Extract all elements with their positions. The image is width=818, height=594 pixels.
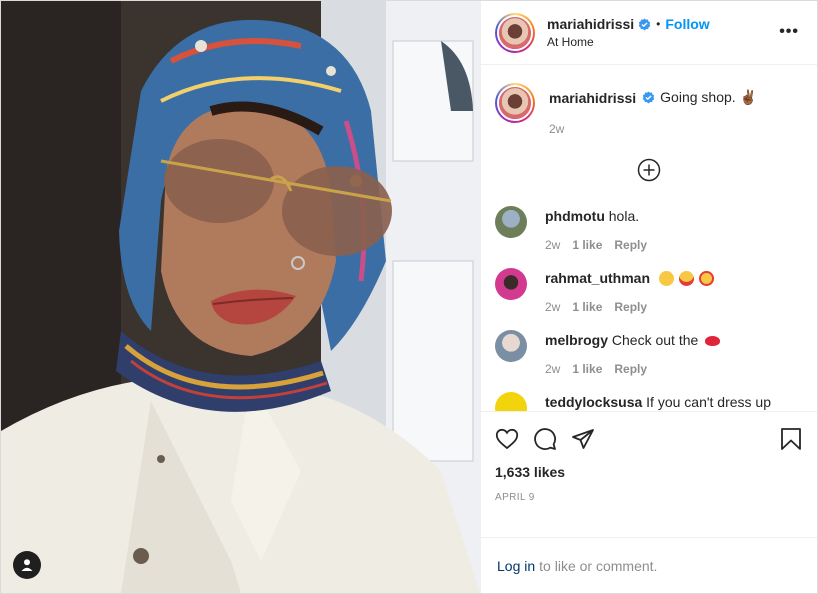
comments-list[interactable]: mariahidrissi Going shop. ✌🏾 2w phdmotu …: [481, 65, 817, 411]
emoji-lips-icon: [705, 336, 721, 346]
reply-button[interactable]: Reply: [614, 362, 647, 376]
post-header: mariahidrissi • Follow At Home •••: [481, 1, 817, 65]
user-silhouette-icon: [21, 559, 33, 571]
comment-item: rahmat_uthman 2w 1 like Reply: [495, 266, 803, 314]
likes-count[interactable]: 1,633 likes: [495, 464, 803, 480]
reply-button[interactable]: Reply: [614, 300, 647, 314]
post-image: [1, 1, 480, 593]
follow-button[interactable]: Follow: [665, 16, 709, 32]
emoji-kiss-icon: [658, 271, 674, 286]
login-prompt-text: to like or comment.: [539, 557, 658, 574]
commenter-avatar[interactable]: [495, 330, 527, 362]
emoji-hearts-face-icon: [698, 271, 714, 286]
comment-likes[interactable]: 1 like: [572, 300, 602, 314]
post-actions: 1,633 likes APRIL 9: [481, 411, 817, 537]
share-icon[interactable]: [571, 427, 595, 451]
login-bar: Log in to like or comment.: [481, 537, 817, 593]
comment-item: phdmotu hola. 2w 1 like Reply: [495, 204, 803, 252]
post-photo[interactable]: [1, 1, 480, 593]
comment-text: Check out the: [611, 332, 699, 348]
author-avatar[interactable]: [495, 12, 535, 53]
comment-item: melbrogy Check out the 2w 1 like Reply: [495, 328, 803, 376]
separator-dot: •: [656, 17, 661, 31]
post-sidebar: mariahidrissi • Follow At Home ••• maria…: [480, 1, 817, 593]
caption: mariahidrissi Going shop. ✌🏾 2w: [495, 83, 803, 136]
post-date[interactable]: APRIL 9: [495, 492, 803, 503]
comment-text: If you can't dress up: [646, 394, 772, 410]
comment-time[interactable]: 2w: [545, 238, 560, 252]
load-more-comments[interactable]: [495, 158, 803, 182]
location-link[interactable]: At Home: [547, 35, 710, 49]
comment-time[interactable]: 2w: [545, 300, 560, 314]
commenter-username[interactable]: phdmotu: [545, 208, 605, 224]
comment-likes[interactable]: 1 like: [572, 238, 602, 252]
commenter-username[interactable]: teddylocksusa: [545, 394, 642, 410]
commenter-avatar[interactable]: [495, 392, 527, 411]
login-link[interactable]: Log in: [497, 558, 535, 574]
bookmark-icon[interactable]: [779, 427, 803, 451]
commenter-username[interactable]: melbrogy: [545, 332, 608, 348]
caption-text: Going shop. ✌🏾: [660, 89, 757, 105]
author-username[interactable]: mariahidrissi: [547, 16, 634, 32]
commenter-avatar[interactable]: [495, 206, 527, 238]
comment-item: teddylocksusa If you can't dress up: [495, 390, 803, 411]
comment-time[interactable]: 2w: [545, 362, 560, 376]
heart-icon[interactable]: [495, 427, 519, 451]
emoji-heart-eyes-icon: [678, 271, 694, 286]
more-options-icon[interactable]: •••: [779, 23, 799, 41]
plus-circle-icon[interactable]: [637, 158, 661, 182]
caption-avatar[interactable]: [495, 83, 535, 123]
verified-badge-icon: [638, 17, 651, 31]
caption-time[interactable]: 2w: [549, 122, 757, 136]
reply-button[interactable]: Reply: [614, 238, 647, 252]
comment-text: hola.: [608, 208, 640, 224]
verified-badge-icon: [642, 91, 655, 104]
caption-username[interactable]: mariahidrissi: [549, 90, 636, 106]
comment-icon[interactable]: [533, 427, 557, 451]
commenter-avatar[interactable]: [495, 268, 527, 300]
commenter-username[interactable]: rahmat_uthman: [545, 270, 650, 286]
comment-likes[interactable]: 1 like: [572, 362, 602, 376]
user-tag-icon[interactable]: [13, 551, 41, 579]
post-container: mariahidrissi • Follow At Home ••• maria…: [0, 0, 818, 594]
